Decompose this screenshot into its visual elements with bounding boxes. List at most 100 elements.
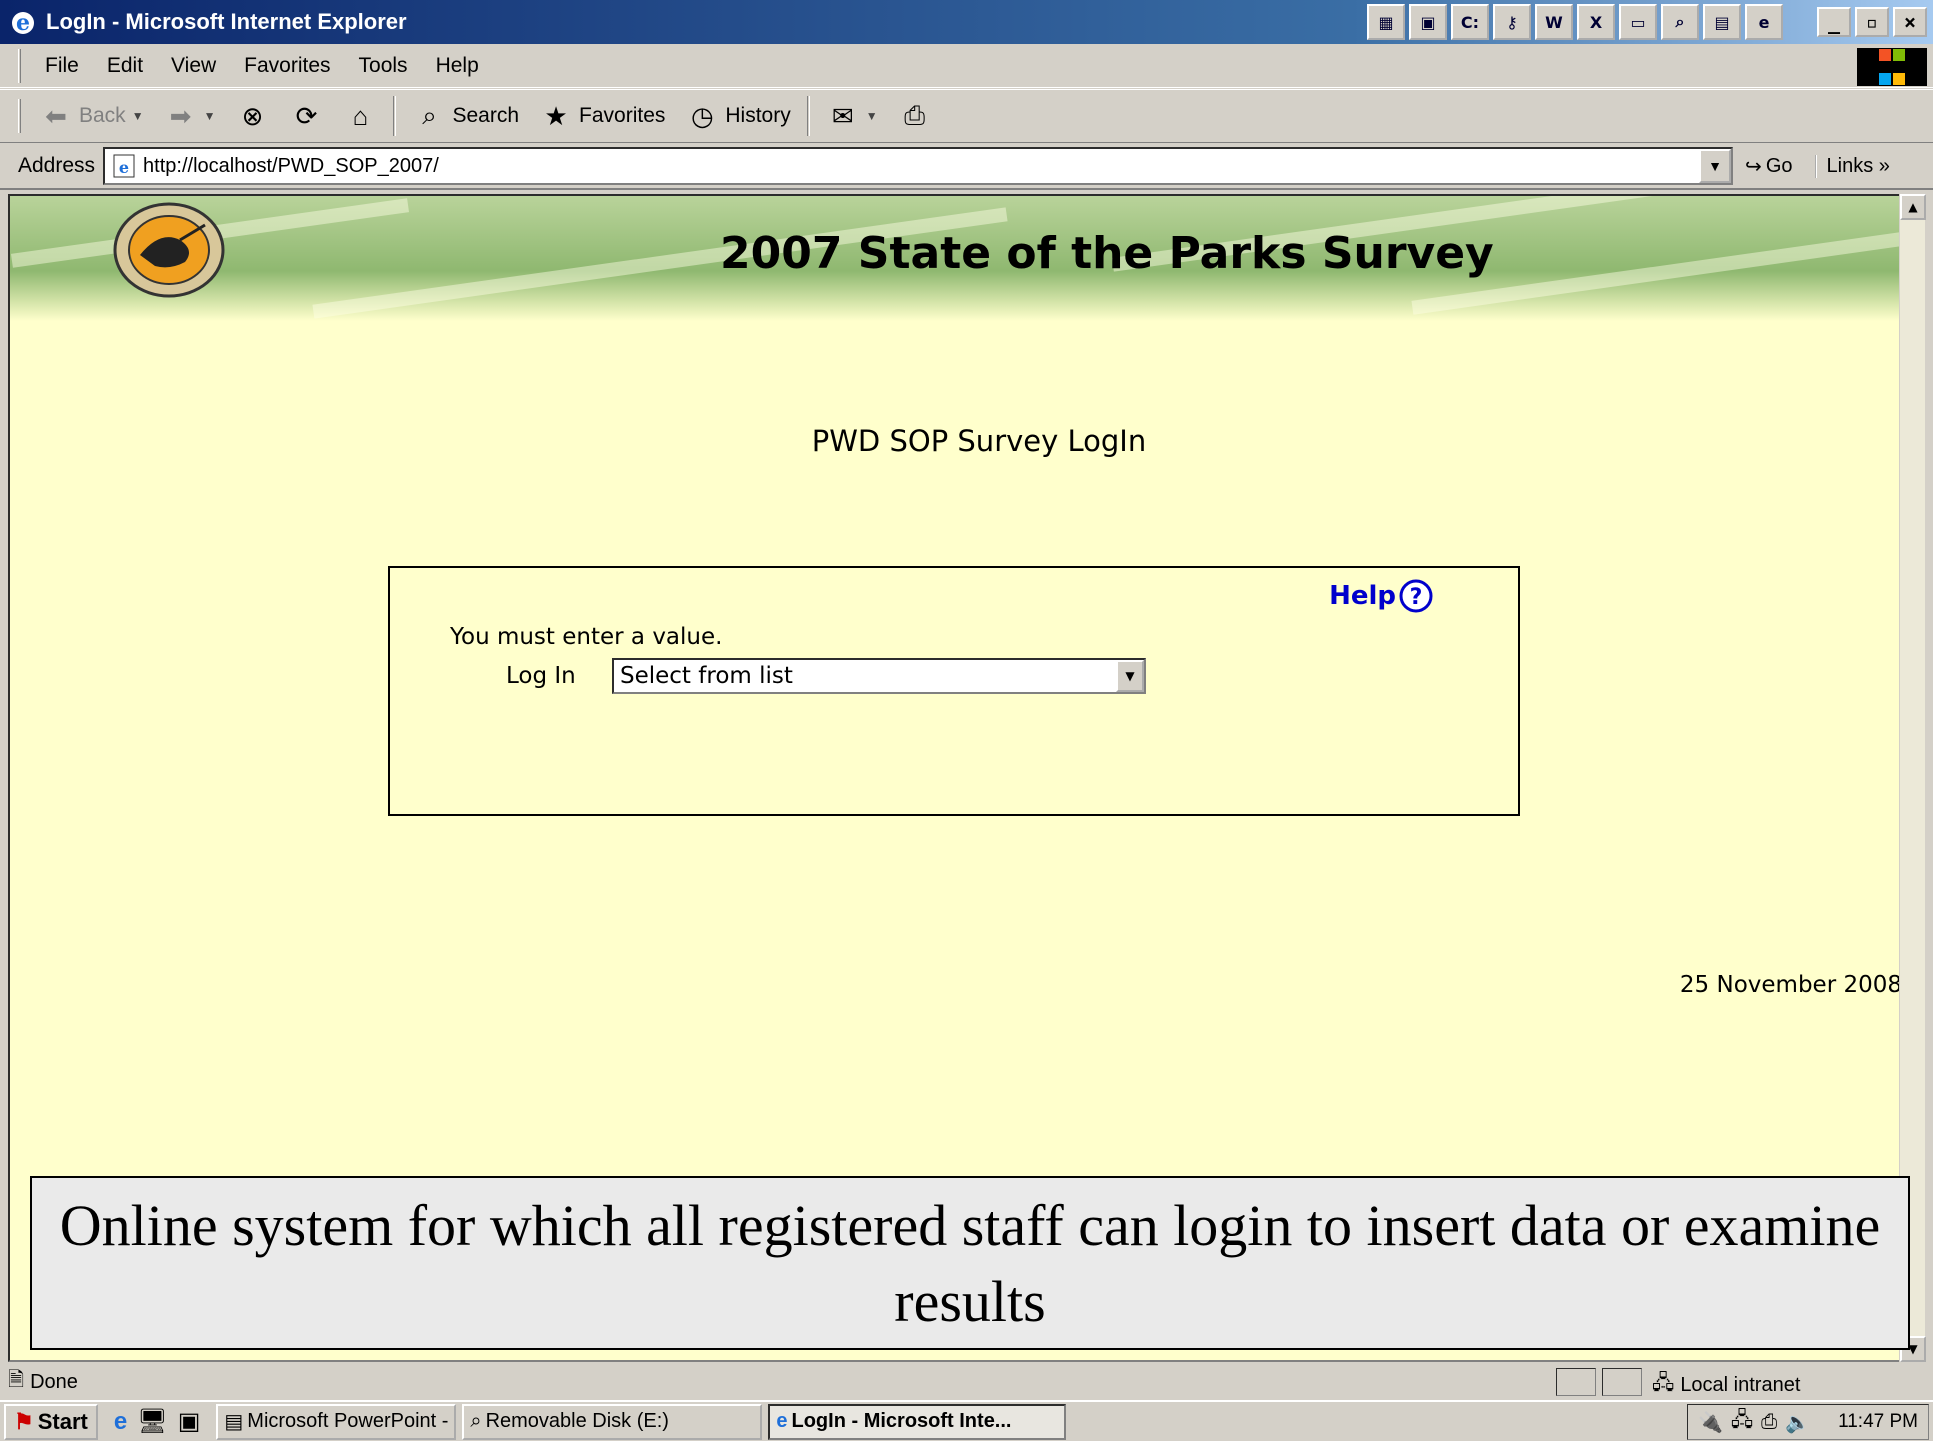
login-select-value: Select from list: [620, 663, 793, 689]
svg-text:e: e: [119, 158, 129, 177]
refresh-button[interactable]: ⟳: [279, 94, 333, 138]
page-title: PWD SOP Survey LogIn: [811, 424, 1147, 458]
window-icon[interactable]: ▭: [1619, 4, 1657, 40]
chevron-up-icon: ▲: [1908, 200, 1918, 214]
login-label: Log In: [506, 663, 576, 689]
windows-flag-icon: ⚑: [14, 1408, 34, 1434]
window-controls: _ ▫ ×: [1817, 7, 1927, 37]
login-panel: Help ? You must enter a value. Log In Se…: [388, 566, 1520, 816]
close-button[interactable]: ×: [1893, 7, 1927, 37]
back-label: Back: [79, 104, 126, 127]
home-icon: ⌂: [352, 100, 369, 131]
volume-icon[interactable]: 🔈: [1785, 1410, 1810, 1435]
history-label: History: [725, 104, 791, 127]
address-dropdown-button[interactable]: ▼: [1699, 149, 1732, 183]
excel-icon[interactable]: X: [1577, 4, 1615, 40]
intranet-icon: 🖧: [1652, 1372, 1675, 1394]
title-bar: e LogIn - Microsoft Internet Explorer ▦ …: [0, 0, 1933, 44]
word-icon[interactable]: W: [1535, 4, 1573, 40]
terminal-icon[interactable]: C:: [1451, 4, 1489, 40]
stop-icon: ⊗: [241, 100, 264, 131]
ie-icon[interactable]: e: [1745, 4, 1783, 40]
quick-launch-icons: ▦ ▣ C: ⚷ W X ▭ ⌕ ▤ e: [1367, 4, 1783, 40]
scroll-up-button[interactable]: ▲: [1900, 194, 1926, 220]
toolbar-separator: [806, 96, 810, 136]
ie-icon: e: [12, 10, 34, 36]
go-button[interactable]: ↪ Go: [1745, 154, 1792, 179]
screen-icon[interactable]: ▣: [1409, 4, 1447, 40]
links-button[interactable]: Links »: [1814, 154, 1890, 178]
maximize-button[interactable]: ▫: [1855, 7, 1889, 37]
windows-logo-icon: [1857, 48, 1927, 86]
validation-message: You must enter a value.: [450, 624, 723, 650]
calculator-icon[interactable]: ▤: [1703, 4, 1741, 40]
mail-icon: ✉: [831, 100, 854, 131]
key-icon[interactable]: ⚷: [1493, 4, 1531, 40]
help-label: Help: [1329, 581, 1396, 611]
menu-favorites[interactable]: Favorites: [230, 54, 344, 78]
status-panel: [1556, 1368, 1596, 1396]
menu-view[interactable]: View: [157, 54, 230, 78]
favorites-label: Favorites: [579, 104, 666, 127]
printer-icon[interactable]: ⎙: [1761, 1411, 1777, 1434]
address-input[interactable]: e http://localhost/PWD_SOP_2007/ ▼: [103, 147, 1734, 185]
back-button[interactable]: ⬅ Back ▼: [29, 94, 154, 138]
forward-button[interactable]: ➡ ▼: [154, 94, 226, 138]
system-tray: 🔌 🖧 ⎙ 🔈 11:47 PM: [1686, 1404, 1929, 1440]
menu-edit[interactable]: Edit: [93, 54, 157, 78]
chevron-down-icon: ▼: [1708, 158, 1722, 174]
parks-logo-icon: [113, 202, 225, 298]
folder-search-icon: ⌕: [470, 1410, 482, 1432]
chevron-down-icon[interactable]: ▼: [132, 109, 144, 123]
search-button[interactable]: ⌕ Search: [402, 94, 529, 138]
page-icon: e: [113, 154, 135, 178]
menu-help[interactable]: Help: [422, 54, 493, 78]
window-title: LogIn - Microsoft Internet Explorer: [46, 9, 407, 34]
chevron-right-icon: »: [1878, 154, 1890, 177]
app-icon[interactable]: ▦: [1367, 4, 1405, 40]
minimize-button[interactable]: _: [1817, 7, 1851, 37]
status-bar: 🗎 Done 🖧 Local intranet: [0, 1364, 1933, 1400]
powerpoint-icon: ▤: [224, 1411, 244, 1433]
status-done: 🗎 Done: [8, 1365, 78, 1399]
home-button[interactable]: ⌂: [333, 94, 387, 138]
usb-icon[interactable]: 🔌: [1698, 1410, 1723, 1435]
status-panel: [1602, 1368, 1642, 1396]
status-text: Done: [30, 1370, 78, 1393]
chevron-down-icon[interactable]: ▼: [866, 109, 878, 123]
task-label: Removable Disk (E:): [485, 1410, 669, 1432]
task-removable-disk[interactable]: ⌕ Removable Disk (E:): [462, 1403, 763, 1440]
stop-button[interactable]: ⊗: [225, 94, 279, 138]
toolbar-grip[interactable]: [18, 99, 21, 133]
network-icon[interactable]: 🖧: [1731, 1405, 1753, 1439]
links-label: Links: [1826, 154, 1874, 177]
ie-icon: e: [776, 1410, 788, 1432]
history-button[interactable]: ◷ History: [675, 94, 800, 138]
ie-icon[interactable]: e: [114, 1408, 127, 1436]
login-select[interactable]: Select from list ▼: [612, 658, 1146, 694]
media-icon[interactable]: ▣: [178, 1407, 201, 1436]
print-button[interactable]: ⎙: [888, 94, 942, 138]
favorites-icon: ★: [544, 100, 568, 131]
menu-tools[interactable]: Tools: [345, 54, 422, 78]
security-zone: 🖧 Local intranet: [1652, 1368, 1800, 1402]
task-powerpoint[interactable]: ▤ Microsoft PowerPoint - [A...: [216, 1403, 457, 1440]
desktop-icon[interactable]: 🖥: [137, 1407, 167, 1436]
refresh-icon: ⟳: [295, 100, 318, 131]
chevron-down-icon[interactable]: ▼: [204, 109, 216, 123]
taskbar: ⚑ Start e 🖥 ▣ ▤ Microsoft PowerPoint - […: [0, 1400, 1933, 1441]
task-ie-login[interactable]: e LogIn - Microsoft Inte...: [768, 1403, 1067, 1440]
toolbar-grip[interactable]: [18, 48, 21, 83]
mail-button[interactable]: ✉ ▼: [816, 94, 888, 138]
search-icon[interactable]: ⌕: [1661, 4, 1699, 40]
login-dropdown-button[interactable]: ▼: [1116, 660, 1144, 692]
svg-text:?: ?: [1410, 585, 1423, 610]
toolbar-separator: [393, 96, 397, 136]
start-button[interactable]: ⚑ Start: [4, 1403, 98, 1440]
go-label: Go: [1765, 154, 1793, 177]
page-icon: 🗎: [8, 1369, 25, 1391]
zone-label: Local intranet: [1680, 1373, 1801, 1396]
menu-file[interactable]: File: [31, 54, 93, 78]
help-link[interactable]: Help ?: [1329, 578, 1434, 614]
favorites-button[interactable]: ★ Favorites: [529, 94, 675, 138]
